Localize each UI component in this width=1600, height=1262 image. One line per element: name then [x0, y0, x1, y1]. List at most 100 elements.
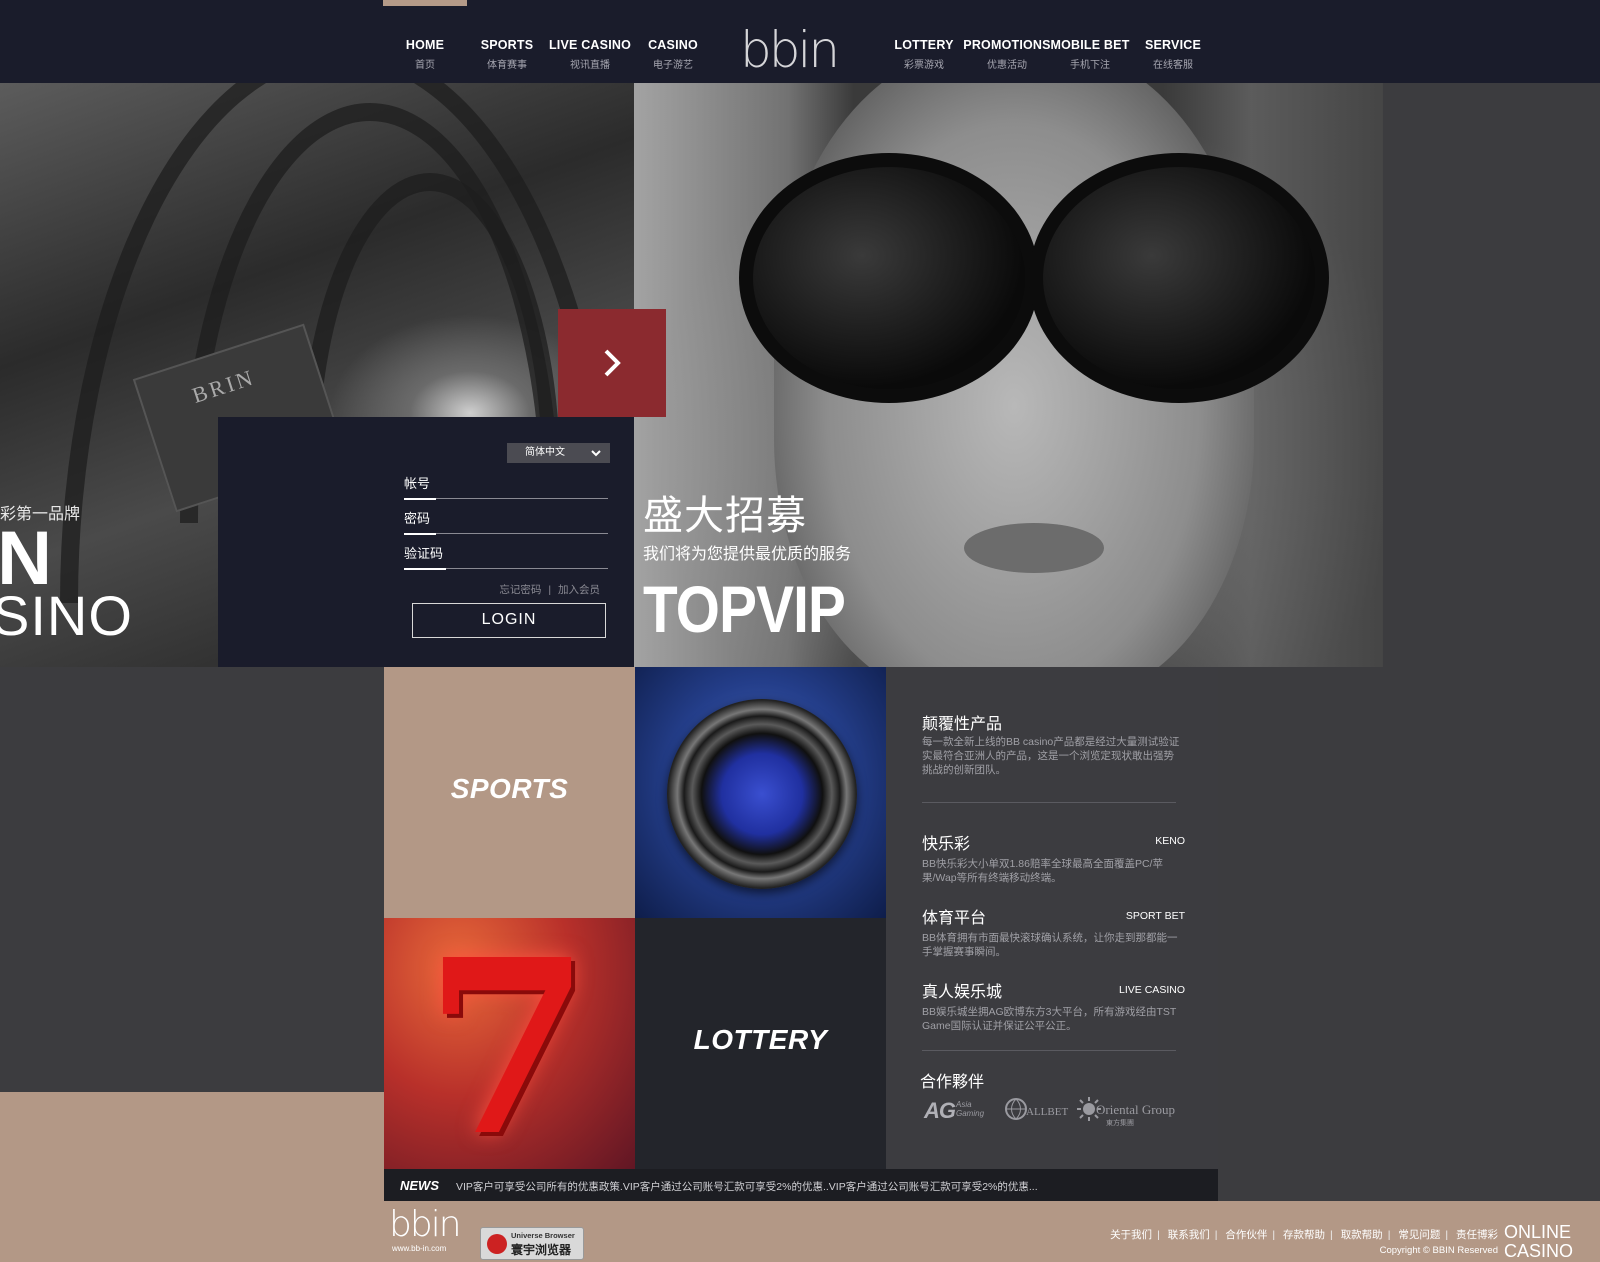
login-button[interactable]: LOGIN: [412, 603, 606, 638]
partner-allbet-logo[interactable]: ALLBET: [1004, 1094, 1070, 1132]
join-member-link[interactable]: 加入会员: [558, 584, 600, 596]
login-links: 忘记密码 | 加入会员: [383, 582, 600, 597]
footer-logo[interactable]: bbin: [389, 1207, 462, 1243]
partner-ag-text: AG: [924, 1098, 956, 1123]
account-placeholder: 帐号: [404, 476, 431, 491]
footer-links: 关于我们 | 联系我们 | 合作伙伴 | 存款帮助 | 取款帮助 | 常见问题 | 责任博彩: [1110, 1229, 1498, 1241]
top-nav: HOME 首页 SPORTS 体育赛事 LIVE CASINO 视讯直播 CAS…: [0, 0, 1600, 83]
nav-promotions-label: PROMOTIONS: [963, 38, 1051, 52]
info-desc-sport-bet: BB体育拥有市面最快滚球确认系统，让你走到那都能一手掌握赛事瞬间。: [922, 932, 1178, 958]
info-title-sport-bet: 体育平台: [922, 910, 987, 927]
tile-sports[interactable]: SPORTS: [384, 667, 635, 918]
book-text: BRIN: [189, 364, 259, 408]
info-desc: 每一款全新上线的BB casino产品都是经过大量测试验证实最符合亚洲人的产品，…: [922, 736, 1180, 776]
footer-link-responsible[interactable]: 责任博彩: [1456, 1229, 1498, 1241]
news-text[interactable]: VIP客户可享受公司所有的优惠政策.VIP客户通过公司账号汇款可享受2%的优惠.…: [456, 1179, 1038, 1194]
footer-link-deposit-help[interactable]: 存款帮助: [1283, 1229, 1325, 1241]
nav-sports-label: SPORTS: [480, 38, 534, 52]
footer-link-partners[interactable]: 合作伙伴: [1225, 1229, 1267, 1241]
nav-promotions[interactable]: PROMOTIONS 优惠活动: [962, 38, 1052, 71]
nav-live-casino[interactable]: LIVE CASINO 视讯直播: [545, 38, 635, 71]
footer-url: www.bb-in.com: [392, 1244, 447, 1253]
nav-home[interactable]: HOME 首页: [380, 38, 470, 71]
info-title-keno: 快乐彩: [922, 836, 971, 853]
captcha-field[interactable]: 验证码: [404, 539, 608, 570]
tile-live-casino-camera[interactable]: [635, 667, 886, 918]
universe-browser-badge[interactable]: Universe Browser 寰宇浏览器: [480, 1227, 584, 1260]
lucky-seven-icon: 7: [424, 918, 591, 1169]
partner-oriental-logo[interactable]: Oriental Group 東方集團: [1076, 1094, 1184, 1132]
divider: [922, 1050, 1176, 1051]
tile-casino-seven[interactable]: 7: [384, 918, 635, 1169]
nav-live-casino-label: LIVE CASINO: [548, 38, 632, 52]
language-select[interactable]: 简体中文: [507, 443, 610, 463]
info-tag-keno: KENO: [1155, 835, 1185, 847]
partner-ag-logo[interactable]: AG Asia Gaming: [922, 1094, 998, 1132]
info-tag-sport-bet: SPORT BET: [1125, 910, 1185, 922]
info-panel: 颠覆性产品 每一款全新上线的BB casino产品都是经过大量测试验证实最符合亚…: [886, 667, 1218, 1169]
password-field[interactable]: 密码: [404, 504, 608, 535]
language-select-value: 简体中文: [525, 447, 565, 458]
nav-mobile-bet[interactable]: MOBILE BET 手机下注: [1045, 38, 1135, 71]
login-side-panel: [218, 417, 383, 667]
nav-sports-sublabel: 体育赛事: [487, 60, 527, 71]
left-bottom-band: [0, 1092, 384, 1262]
info-tag-live-casino: LIVE CASINO: [1119, 984, 1185, 996]
brand-logo[interactable]: bbin: [740, 24, 860, 76]
nav-casino-sublabel: 电子游艺: [653, 60, 693, 71]
field-underline-accent: [404, 533, 436, 535]
news-ticker: NEWS VIP客户可享受公司所有的优惠政策.VIP客户通过公司账号汇款可享受2…: [384, 1169, 1218, 1201]
link-separator: |: [548, 584, 552, 596]
nav-sports[interactable]: SPORTS 体育赛事: [462, 38, 552, 71]
info-desc-keno: BB快乐彩大小单双1.86赔率全球最高全面覆盖PC/苹果/Wap等所有终端移动终…: [922, 858, 1163, 884]
field-underline-accent: [404, 498, 436, 500]
info-title-live-casino: 真人娱乐城: [922, 984, 1003, 1001]
nav-lottery[interactable]: LOTTERY 彩票游戏: [879, 38, 969, 71]
globe-icon: [1005, 1098, 1027, 1120]
camera-lens-icon: [667, 699, 857, 889]
footer-link-withdraw-help[interactable]: 取款帮助: [1341, 1229, 1383, 1241]
nav-promotions-sublabel: 优惠活动: [987, 60, 1027, 71]
footer: bbin www.bb-in.com Universe Browser 寰宇浏览…: [384, 1201, 1600, 1262]
brand-logo-text: bbin: [740, 21, 840, 79]
account-field[interactable]: 帐号: [404, 469, 608, 500]
promo-topvip: TOPVIP: [643, 572, 846, 646]
promo-subtitle: 我们将为您提供最优质的服务: [643, 546, 852, 563]
nav-mobile-bet-label: MOBILE BET: [1050, 38, 1130, 52]
footer-link-about[interactable]: 关于我们: [1110, 1229, 1152, 1241]
partner-oriental-zh: 東方集團: [1106, 1120, 1134, 1127]
footer-online-line2: CASINO: [1504, 1241, 1574, 1261]
nav-lottery-label: LOTTERY: [894, 38, 954, 52]
nav-service-sublabel: 在线客服: [1153, 60, 1193, 71]
nav-home-sublabel: 首页: [415, 60, 435, 71]
forgot-password-link[interactable]: 忘记密码: [499, 584, 541, 596]
chevron-down-icon: [591, 450, 601, 457]
chevron-right-icon: [604, 349, 621, 377]
partner-asia-gaming-text: Asia Gaming: [956, 1100, 985, 1118]
partner-logos: AG Asia Gaming ALLBET Oriental Group 東方集…: [922, 1094, 1182, 1134]
password-placeholder: 密码: [404, 511, 431, 526]
sunglasses-right-lens: [1029, 153, 1329, 403]
browser-name-en: Universe Browser: [511, 1231, 575, 1240]
footer-link-faq[interactable]: 常见问题: [1398, 1229, 1440, 1241]
nav-service[interactable]: SERVICE 在线客服: [1128, 38, 1218, 71]
hero-vip-banner[interactable]: 盛大招募 我们将为您提供最优质的服务 TOPVIP: [634, 83, 1383, 667]
info-desc-live-casino: BB娱乐城坐拥AG欧博东方3大平台，所有游戏经由TST Game国际认证并保证公…: [922, 1006, 1177, 1032]
nav-casino[interactable]: CASINO 电子游艺: [628, 38, 718, 71]
slider-next-button[interactable]: [558, 309, 666, 417]
lips-shape: [964, 523, 1104, 573]
info-title: 颠覆性产品: [922, 716, 1003, 733]
partner-oriental-text: Oriental Group: [1096, 1102, 1176, 1117]
sunglasses-left-lens: [739, 153, 1039, 403]
tile-lottery-label: LOTTERY: [693, 1024, 828, 1055]
hero-slogan-casino: SINO: [0, 584, 133, 647]
nav-live-casino-sublabel: 视讯直播: [570, 60, 610, 71]
right-background-strip: [1383, 83, 1600, 667]
news-label: NEWS: [400, 1178, 439, 1193]
nav-service-label: SERVICE: [1144, 38, 1202, 52]
footer-link-contact[interactable]: 联系我们: [1168, 1229, 1210, 1241]
footer-online-line1: ONLINE: [1504, 1222, 1572, 1242]
tile-lottery[interactable]: LOTTERY: [635, 918, 886, 1169]
nav-mobile-bet-sublabel: 手机下注: [1070, 60, 1110, 71]
partner-allbet-text: ALLBET: [1026, 1106, 1069, 1118]
